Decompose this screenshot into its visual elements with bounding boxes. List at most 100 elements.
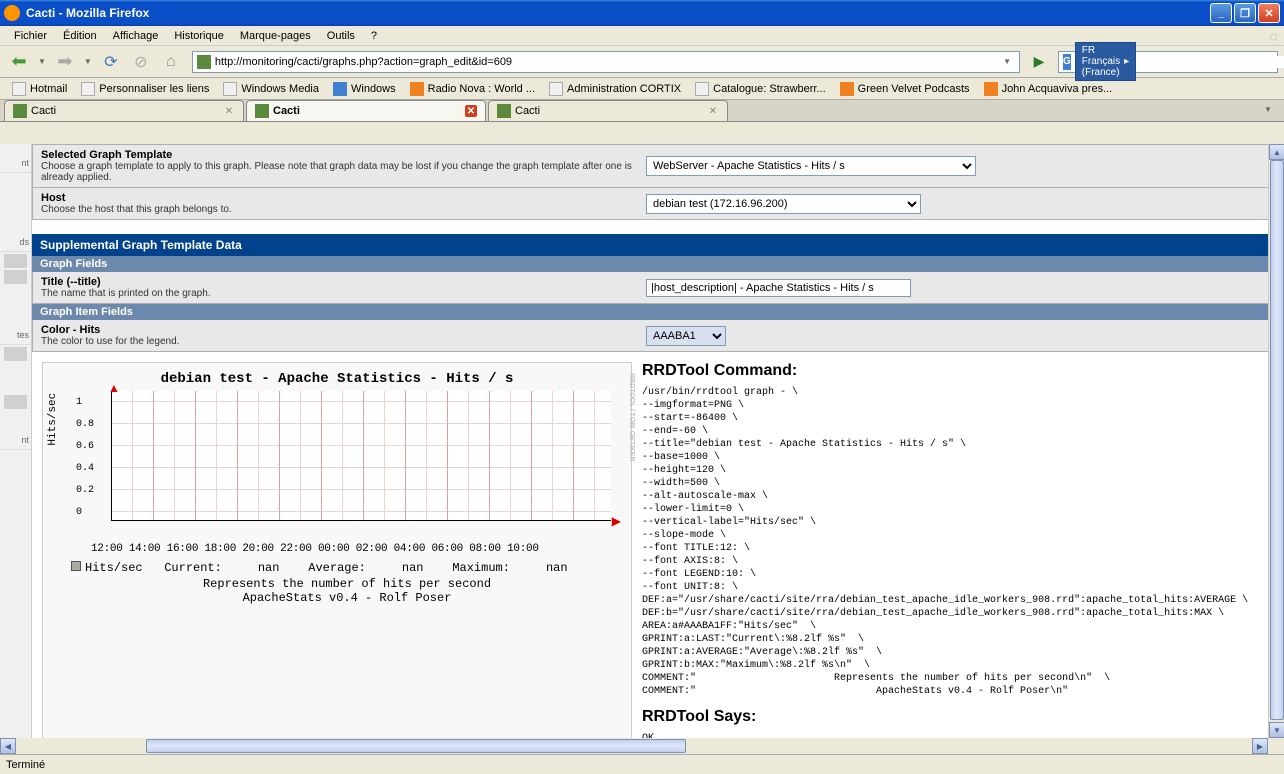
cacti-icon	[13, 104, 27, 118]
reload-button[interactable]: ⟳	[98, 49, 124, 75]
maximize-button[interactable]: ❐	[1234, 3, 1256, 23]
sidebar-button[interactable]	[4, 254, 27, 268]
search-engine-icon[interactable]: G	[1063, 54, 1071, 70]
minimize-button[interactable]: _	[1210, 3, 1232, 23]
bookmark-label: John Acquaviva pres...	[1002, 83, 1113, 95]
bookmark-admin-cortix[interactable]: Administration CORTIX	[543, 80, 687, 98]
cacti-icon	[497, 104, 511, 118]
template-desc: Choose a graph template to apply to this…	[41, 161, 646, 183]
rss-icon	[984, 82, 998, 96]
tab-cacti-1[interactable]: Cacti ✕	[4, 100, 244, 121]
page-icon	[223, 82, 237, 96]
legend-current-value: nan	[258, 561, 280, 575]
bookmarks-toolbar: Hotmail Personnaliser les liens Windows …	[0, 78, 1284, 100]
bookmark-catalogue[interactable]: Catalogue: Strawberr...	[689, 80, 832, 98]
bookmark-personnaliser[interactable]: Personnaliser les liens	[75, 80, 215, 98]
search-box[interactable]: G FR Français (France) ▸ 🔍	[1058, 51, 1278, 73]
tab-label: Cacti	[31, 105, 219, 117]
title-input[interactable]	[646, 279, 911, 297]
scroll-right-button[interactable]: ▶	[1252, 738, 1268, 754]
go-button[interactable]: ▶	[1028, 51, 1050, 73]
scroll-left-button[interactable]: ◀	[0, 738, 16, 754]
form-row-host: Host Choose the host that this graph bel…	[32, 188, 1284, 220]
y-tick: 0.6	[76, 441, 94, 452]
color-desc: The color to use for the legend.	[41, 336, 646, 347]
bookmark-radio-nova[interactable]: Radio Nova : World ...	[404, 80, 541, 98]
back-button[interactable]: ⬅	[6, 49, 32, 75]
firefox-icon	[4, 5, 20, 21]
bookmark-windows[interactable]: Windows	[327, 80, 402, 98]
back-history-dropdown[interactable]: ▼	[36, 57, 48, 66]
vertical-scrollbar[interactable]: ▲ ▼	[1268, 144, 1284, 738]
vscroll-track[interactable]	[1269, 160, 1284, 722]
activity-indicator-icon: ◌	[1270, 28, 1278, 44]
graph-canvas: Hits/sec 1 0.8 0.6 0.4 0.2 0	[71, 391, 631, 541]
home-button[interactable]: ⌂	[158, 49, 184, 75]
sidebar-button[interactable]	[4, 347, 27, 361]
graph-legend: Hits/sec Current: nan Average: nan Maxim…	[71, 561, 623, 605]
scroll-down-button[interactable]: ▼	[1269, 722, 1284, 738]
rrd-command-text: /usr/bin/rrdtool graph - \ --imgformat=P…	[642, 386, 1274, 698]
menu-view[interactable]: Affichage	[105, 28, 167, 44]
nav-toolbar: ⬅ ▼ ➡ ▼ ⟳ ⊘ ⌂ ▼ ▶ G FR Français (France)…	[0, 46, 1284, 78]
color-select[interactable]: AAABA1	[646, 326, 726, 346]
tab-cacti-3[interactable]: Cacti ✕	[488, 100, 728, 121]
window-titlebar: Cacti - Mozilla Firefox _ ❐ ✕	[0, 0, 1284, 26]
bookmark-label: Catalogue: Strawberr...	[713, 83, 826, 95]
horizontal-scrollbar[interactable]: ◀ ▶	[0, 738, 1268, 754]
output-area: RRDTOOL / TOBI OETIKER debian test - Apa…	[32, 352, 1284, 754]
close-button[interactable]: ✕	[1258, 3, 1280, 23]
template-select[interactable]: WebServer - Apache Statistics - Hits / s	[646, 156, 976, 176]
url-bar[interactable]: ▼	[192, 51, 1020, 73]
legend-maximum-value: nan	[546, 561, 568, 575]
bookmark-acquaviva[interactable]: John Acquaviva pres...	[978, 80, 1119, 98]
menu-file[interactable]: Fichier	[6, 28, 55, 44]
sidebar-item[interactable]: tes	[0, 326, 31, 345]
menu-help[interactable]: ?	[363, 28, 385, 44]
graph-grid: ▲ ▶	[111, 391, 611, 521]
sidebar-button[interactable]	[4, 270, 27, 284]
bookmark-green-velvet[interactable]: Green Velvet Podcasts	[834, 80, 976, 98]
legend-average-value: nan	[402, 561, 424, 575]
sidebar-item[interactable]: nt	[0, 431, 31, 450]
menu-tools[interactable]: Outils	[319, 28, 363, 44]
hscroll-track[interactable]	[16, 738, 1252, 754]
bookmark-label: Administration CORTIX	[567, 83, 681, 95]
vscroll-thumb[interactable]	[1270, 160, 1284, 720]
bookmark-label: Radio Nova : World ...	[428, 83, 535, 95]
url-input[interactable]	[215, 56, 999, 68]
menu-bookmarks[interactable]: Marque-pages	[232, 28, 319, 44]
left-sidebar: nt ds tes nt	[0, 144, 32, 754]
main-panel: Selected Graph Template Choose a graph t…	[32, 144, 1284, 754]
tab-cacti-2[interactable]: Cacti ✕	[246, 100, 486, 121]
hscroll-thumb[interactable]	[146, 739, 686, 753]
status-text: Terminé	[6, 759, 45, 771]
search-input[interactable]	[1136, 56, 1284, 68]
menu-history[interactable]: Historique	[166, 28, 232, 44]
windows-icon	[333, 82, 347, 96]
form-row-color: Color - Hits The color to use for the le…	[32, 320, 1284, 352]
scroll-up-button[interactable]: ▲	[1269, 144, 1284, 160]
content-area: nt ds tes nt Selected Graph Template Cho…	[0, 144, 1284, 754]
url-history-dropdown[interactable]: ▼	[999, 57, 1015, 66]
host-select[interactable]: debian test (172.16.96.200)	[646, 194, 921, 214]
tab-bar: Cacti ✕ Cacti ✕ Cacti ✕ ▼	[0, 100, 1284, 122]
language-selector[interactable]: FR Français (France) ▸	[1075, 42, 1136, 81]
sidebar-item[interactable]: ds	[0, 233, 31, 252]
tab-close-icon[interactable]: ✕	[465, 105, 477, 117]
tabs-list-button[interactable]: ▼	[1264, 105, 1280, 121]
y-tick: 0.4	[76, 463, 94, 474]
rrd-says-title: RRDTool Says:	[642, 708, 1274, 726]
form-row-title: Title (--title) The name that is printed…	[32, 272, 1284, 304]
legend-average-label: Average:	[308, 561, 366, 575]
color-label: Color - Hits	[41, 324, 646, 336]
tab-close-icon[interactable]: ✕	[707, 105, 719, 117]
sidebar-button[interactable]	[4, 395, 27, 409]
bookmark-hotmail[interactable]: Hotmail	[6, 80, 73, 98]
y-tick: 0.8	[76, 419, 94, 430]
tab-close-icon[interactable]: ✕	[223, 105, 235, 117]
bookmark-windows-media[interactable]: Windows Media	[217, 80, 325, 98]
sidebar-item[interactable]: nt	[0, 154, 31, 173]
menu-edit[interactable]: Édition	[55, 28, 105, 44]
bookmark-label: Windows Media	[241, 83, 319, 95]
